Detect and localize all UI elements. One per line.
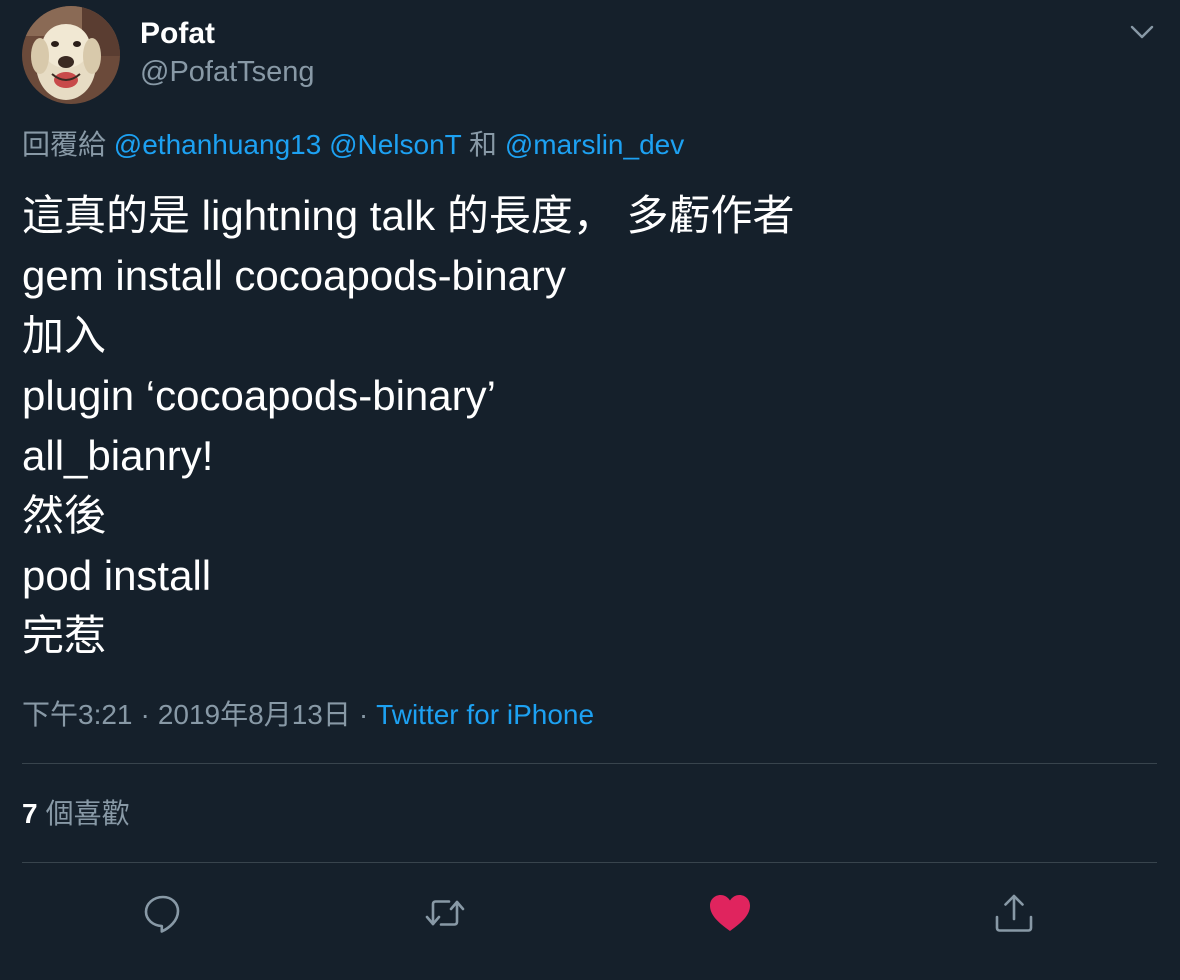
tweet-text-line: all_bianry! — [22, 432, 214, 479]
tweet-text-line: 加入 — [22, 312, 107, 359]
meta-separator: · — [358, 699, 369, 730]
tweet-source-link[interactable]: Twitter for iPhone — [376, 699, 594, 730]
reply-button[interactable] — [140, 890, 186, 936]
tweet-text: 這真的是 lightning talk 的長度， 多虧作者 gem instal… — [22, 186, 1152, 666]
display-name[interactable]: Pofat — [140, 14, 215, 54]
meta-separator: · — [140, 699, 150, 730]
mention-link[interactable]: @ethanhuang13 — [114, 129, 322, 160]
tweet-time[interactable]: 下午3:21 — [22, 699, 133, 730]
retweet-button[interactable] — [422, 890, 468, 936]
tweet-text-line: 這真的是 lightning talk 的長度， 多虧作者 — [22, 192, 795, 239]
tweet-date[interactable]: 2019年8月13日 — [158, 699, 351, 730]
share-button[interactable] — [991, 890, 1037, 936]
share-icon — [995, 894, 1033, 932]
tweet-text-line: pod install — [22, 552, 212, 599]
likes-count: 7 — [22, 798, 38, 829]
tweet-meta: 下午3:21 · 2019年8月13日 · Twitter for iPhone — [22, 696, 594, 734]
likes-count-link[interactable]: 7 個喜歡 — [22, 795, 130, 833]
tweet-text-line: 完惹 — [22, 612, 107, 659]
mention-link[interactable]: @NelsonT — [329, 129, 461, 160]
tweet-text-line: 然後 — [22, 492, 107, 539]
likes-label: 個喜歡 — [45, 798, 130, 829]
replying-to-conjunction: 和 — [469, 129, 498, 160]
mention-link[interactable]: @marslin_dev — [505, 129, 684, 160]
heart-icon — [710, 895, 750, 931]
tweet-text-line: plugin ‘cocoapods-binary’ — [22, 372, 496, 419]
like-button[interactable] — [707, 890, 753, 936]
tweet-text-line: gem install cocoapods-binary — [22, 252, 566, 299]
tweet-detail: Pofat @PofatTseng 回覆給 @ethanhuang13 @Nel… — [0, 0, 1180, 980]
reply-icon — [144, 895, 180, 933]
divider — [22, 862, 1157, 863]
replying-to-label: 回覆給 — [22, 129, 107, 160]
replying-to: 回覆給 @ethanhuang13 @NelsonT 和 @marslin_de… — [22, 126, 684, 164]
avatar[interactable] — [22, 6, 120, 104]
retweet-icon — [425, 900, 465, 926]
chevron-down-icon[interactable] — [1124, 14, 1160, 50]
divider — [22, 763, 1157, 764]
user-handle[interactable]: @PofatTseng — [140, 52, 315, 92]
